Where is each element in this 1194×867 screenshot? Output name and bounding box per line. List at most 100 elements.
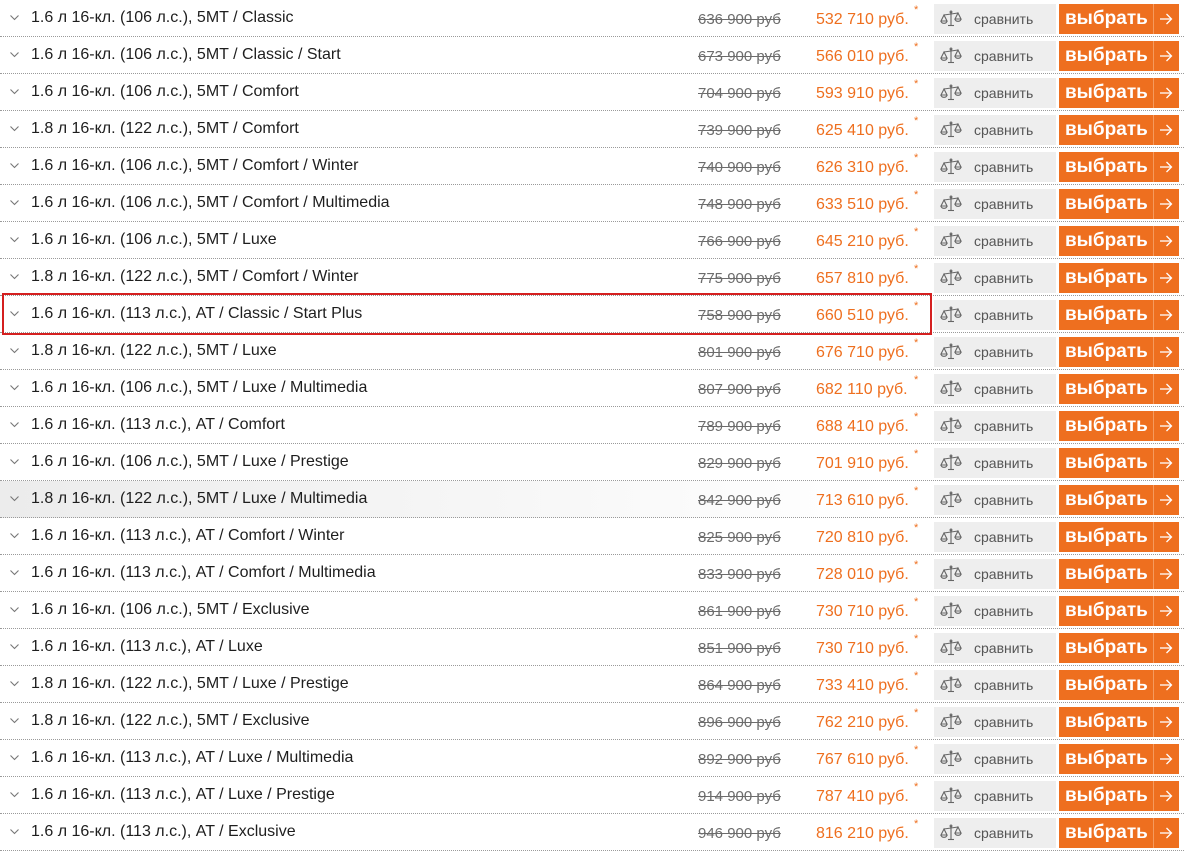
trim-row[interactable]: 1.6 л 16-кл. (106 л.с.), 5MT / Comfort 7…: [0, 74, 1184, 111]
chevron-down-icon[interactable]: [10, 272, 19, 281]
trim-title[interactable]: 1.6 л 16-кл. (113 л.с.), AT / Classic / …: [31, 305, 362, 323]
select-button[interactable]: выбрать: [1059, 485, 1179, 515]
trim-title[interactable]: 1.8 л 16-кл. (122 л.с.), 5MT / Luxe: [31, 342, 277, 360]
trim-title[interactable]: 1.6 л 16-кл. (113 л.с.), AT / Comfort / …: [31, 527, 345, 545]
select-button[interactable]: выбрать: [1059, 41, 1179, 71]
compare-button[interactable]: сравнить: [934, 374, 1056, 404]
trim-title[interactable]: 1.6 л 16-кл. (113 л.с.), AT / Luxe: [31, 638, 263, 656]
compare-button[interactable]: сравнить: [934, 596, 1056, 626]
trim-row[interactable]: 1.6 л 16-кл. (106 л.с.), 5MT / Comfort /…: [0, 148, 1184, 185]
trim-title[interactable]: 1.6 л 16-кл. (106 л.с.), 5MT / Exclusive: [31, 601, 310, 619]
trim-title[interactable]: 1.6 л 16-кл. (113 л.с.), AT / Luxe / Mul…: [31, 749, 353, 767]
compare-button[interactable]: сравнить: [934, 41, 1056, 71]
trim-row[interactable]: 1.8 л 16-кл. (122 л.с.), 5MT / Luxe / Mu…: [0, 481, 1184, 518]
trim-row[interactable]: 1.6 л 16-кл. (106 л.с.), 5MT / Exclusive…: [0, 592, 1184, 629]
trim-title[interactable]: 1.6 л 16-кл. (106 л.с.), 5MT / Comfort /…: [31, 194, 390, 212]
chevron-down-icon[interactable]: [10, 161, 19, 170]
select-button[interactable]: выбрать: [1059, 374, 1179, 404]
compare-button[interactable]: сравнить: [934, 448, 1056, 478]
chevron-down-icon[interactable]: [10, 531, 19, 540]
select-button[interactable]: выбрать: [1059, 263, 1179, 293]
trim-row[interactable]: 1.6 л 16-кл. (113 л.с.), AT / Luxe / Mul…: [0, 740, 1184, 777]
compare-button[interactable]: сравнить: [934, 670, 1056, 700]
chevron-down-icon[interactable]: [10, 235, 19, 244]
select-button[interactable]: выбрать: [1059, 559, 1179, 589]
select-button[interactable]: выбрать: [1059, 596, 1179, 626]
chevron-down-icon[interactable]: [10, 568, 19, 577]
chevron-down-icon[interactable]: [10, 716, 19, 725]
chevron-down-icon[interactable]: [10, 605, 19, 614]
trim-title[interactable]: 1.8 л 16-кл. (122 л.с.), 5MT / Exclusive: [31, 712, 310, 730]
chevron-down-icon[interactable]: [10, 827, 19, 836]
compare-button[interactable]: сравнить: [934, 115, 1056, 145]
trim-row[interactable]: 1.6 л 16-кл. (113 л.с.), AT / Classic / …: [0, 296, 1184, 333]
trim-title[interactable]: 1.6 л 16-кл. (106 л.с.), 5MT / Comfort: [31, 83, 299, 101]
compare-button[interactable]: сравнить: [934, 633, 1056, 663]
trim-row[interactable]: 1.6 л 16-кл. (113 л.с.), AT / Luxe 851 9…: [0, 629, 1184, 666]
compare-button[interactable]: сравнить: [934, 226, 1056, 256]
chevron-down-icon[interactable]: [10, 198, 19, 207]
chevron-down-icon[interactable]: [10, 420, 19, 429]
trim-title[interactable]: 1.6 л 16-кл. (106 л.с.), 5MT / Luxe / Pr…: [31, 453, 349, 471]
chevron-down-icon[interactable]: [10, 124, 19, 133]
compare-button[interactable]: сравнить: [934, 263, 1056, 293]
trim-title[interactable]: 1.6 л 16-кл. (113 л.с.), AT / Exclusive: [31, 823, 296, 841]
trim-title[interactable]: 1.8 л 16-кл. (122 л.с.), 5MT / Luxe / Pr…: [31, 675, 349, 693]
trim-row[interactable]: 1.6 л 16-кл. (106 л.с.), 5MT / Classic 6…: [0, 0, 1184, 37]
trim-row[interactable]: 1.6 л 16-кл. (113 л.с.), AT / Comfort 78…: [0, 407, 1184, 444]
trim-row[interactable]: 1.8 л 16-кл. (122 л.с.), 5MT / Comfort 7…: [0, 111, 1184, 148]
trim-row[interactable]: 1.6 л 16-кл. (113 л.с.), AT / Comfort / …: [0, 555, 1184, 592]
chevron-down-icon[interactable]: [10, 494, 19, 503]
trim-row[interactable]: 1.6 л 16-кл. (106 л.с.), 5MT / Luxe / Pr…: [0, 444, 1184, 481]
chevron-down-icon[interactable]: [10, 457, 19, 466]
trim-title[interactable]: 1.6 л 16-кл. (106 л.с.), 5MT / Classic /…: [31, 46, 341, 64]
compare-button[interactable]: сравнить: [934, 559, 1056, 589]
select-button[interactable]: выбрать: [1059, 189, 1179, 219]
select-button[interactable]: выбрать: [1059, 522, 1179, 552]
trim-row[interactable]: 1.8 л 16-кл. (122 л.с.), 5MT / Luxe 801 …: [0, 333, 1184, 370]
trim-title[interactable]: 1.8 л 16-кл. (122 л.с.), 5MT / Luxe / Mu…: [31, 490, 367, 508]
compare-button[interactable]: сравнить: [934, 300, 1056, 330]
chevron-down-icon[interactable]: [10, 383, 19, 392]
select-button[interactable]: выбрать: [1059, 226, 1179, 256]
chevron-down-icon[interactable]: [10, 790, 19, 799]
trim-row[interactable]: 1.6 л 16-кл. (113 л.с.), AT / Luxe / Pre…: [0, 777, 1184, 814]
trim-title[interactable]: 1.6 л 16-кл. (113 л.с.), AT / Luxe / Pre…: [31, 786, 335, 804]
trim-row[interactable]: 1.8 л 16-кл. (122 л.с.), 5MT / Luxe / Pr…: [0, 666, 1184, 703]
chevron-down-icon[interactable]: [10, 753, 19, 762]
trim-title[interactable]: 1.6 л 16-кл. (106 л.с.), 5MT / Comfort /…: [31, 157, 358, 175]
trim-row[interactable]: 1.6 л 16-кл. (113 л.с.), AT / Comfort / …: [0, 518, 1184, 555]
compare-button[interactable]: сравнить: [934, 411, 1056, 441]
chevron-down-icon[interactable]: [10, 642, 19, 651]
compare-button[interactable]: сравнить: [934, 189, 1056, 219]
compare-button[interactable]: сравнить: [934, 337, 1056, 367]
compare-button[interactable]: сравнить: [934, 818, 1056, 848]
trim-title[interactable]: 1.8 л 16-кл. (122 л.с.), 5MT / Comfort: [31, 120, 299, 138]
trim-row[interactable]: 1.6 л 16-кл. (106 л.с.), 5MT / Luxe / Mu…: [0, 370, 1184, 407]
compare-button[interactable]: сравнить: [934, 78, 1056, 108]
select-button[interactable]: выбрать: [1059, 300, 1179, 330]
compare-button[interactable]: сравнить: [934, 4, 1056, 34]
select-button[interactable]: выбрать: [1059, 411, 1179, 441]
trim-title[interactable]: 1.6 л 16-кл. (113 л.с.), AT / Comfort / …: [31, 564, 376, 582]
trim-title[interactable]: 1.6 л 16-кл. (113 л.с.), AT / Comfort: [31, 416, 285, 434]
select-button[interactable]: выбрать: [1059, 115, 1179, 145]
select-button[interactable]: выбрать: [1059, 670, 1179, 700]
trim-row[interactable]: 1.8 л 16-кл. (122 л.с.), 5MT / Exclusive…: [0, 703, 1184, 740]
compare-button[interactable]: сравнить: [934, 781, 1056, 811]
select-button[interactable]: выбрать: [1059, 781, 1179, 811]
select-button[interactable]: выбрать: [1059, 744, 1179, 774]
select-button[interactable]: выбрать: [1059, 152, 1179, 182]
trim-row[interactable]: 1.6 л 16-кл. (106 л.с.), 5MT / Comfort /…: [0, 185, 1184, 222]
trim-title[interactable]: 1.6 л 16-кл. (106 л.с.), 5MT / Luxe / Mu…: [31, 379, 367, 397]
chevron-down-icon[interactable]: [10, 13, 19, 22]
trim-row[interactable]: 1.6 л 16-кл. (106 л.с.), 5MT / Luxe 766 …: [0, 222, 1184, 259]
trim-row[interactable]: 1.6 л 16-кл. (106 л.с.), 5MT / Classic /…: [0, 37, 1184, 74]
select-button[interactable]: выбрать: [1059, 78, 1179, 108]
chevron-down-icon[interactable]: [10, 50, 19, 59]
trim-row[interactable]: 1.8 л 16-кл. (122 л.с.), 5MT / Comfort /…: [0, 259, 1184, 296]
chevron-down-icon[interactable]: [10, 679, 19, 688]
compare-button[interactable]: сравнить: [934, 744, 1056, 774]
compare-button[interactable]: сравнить: [934, 522, 1056, 552]
select-button[interactable]: выбрать: [1059, 448, 1179, 478]
